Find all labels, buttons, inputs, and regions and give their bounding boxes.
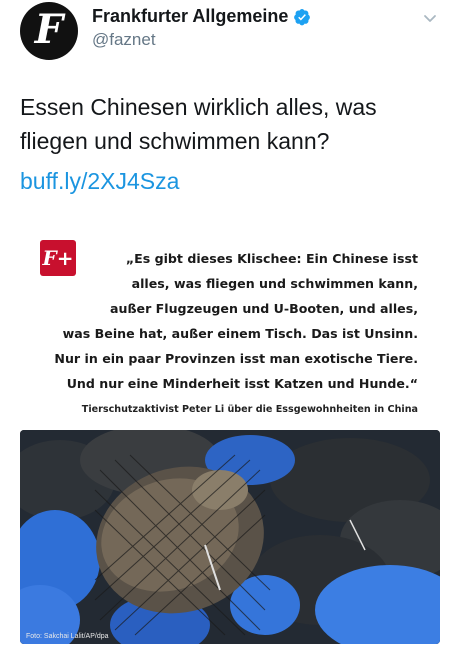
quote-line: alles, was fliegen und schwimmen kann, bbox=[131, 276, 418, 291]
quote-text: „Es gibt dieses Klischee: Ein Chinese is… bbox=[40, 246, 418, 396]
avatar-letter: F bbox=[34, 6, 64, 53]
news-photo[interactable]: Foto: Sakchai Lalit/AP/dpa bbox=[20, 430, 440, 644]
quote-line: Nur in ein paar Provinzen isst man exoti… bbox=[54, 351, 418, 366]
quote-line: was Beine hat, außer einem Tisch. Das is… bbox=[62, 326, 418, 341]
tweet-header: F Frankfurter Allgemeine @faznet bbox=[20, 0, 440, 62]
display-name[interactable]: Frankfurter Allgemeine bbox=[92, 6, 288, 27]
verified-badge-icon bbox=[294, 8, 311, 25]
quote-card[interactable]: F+ „Es gibt dieses Klischee: Ein Chinese… bbox=[20, 232, 440, 644]
photo-illustration bbox=[20, 430, 440, 644]
name-row: Frankfurter Allgemeine bbox=[92, 6, 311, 27]
chevron-down-icon[interactable] bbox=[422, 10, 438, 26]
avatar[interactable]: F bbox=[20, 2, 78, 60]
tweet-link[interactable]: buff.ly/2XJ4Sza bbox=[20, 164, 179, 198]
quote-line: „Es gibt dieses Klischee: Ein Chinese is… bbox=[125, 251, 418, 266]
quote-line: Und nur eine Minderheit isst Katzen und … bbox=[66, 376, 418, 391]
account-handle[interactable]: @faznet bbox=[92, 30, 156, 50]
quote-caption: Tierschutzaktivist Peter Li über die Ess… bbox=[81, 404, 418, 415]
quote-line: außer Flugzeugen und U-Booten, und alles… bbox=[110, 301, 418, 316]
photo-credit: Foto: Sakchai Lalit/AP/dpa bbox=[26, 633, 109, 640]
tweet-text: Essen Chinesen wirklich alles, was flieg… bbox=[20, 94, 377, 154]
